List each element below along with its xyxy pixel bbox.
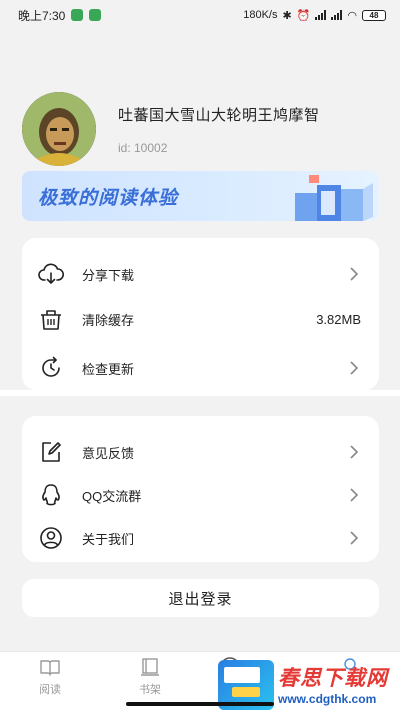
- menu-item-feedback[interactable]: 意见反馈: [22, 434, 379, 470]
- chevron-right-icon: [350, 531, 359, 545]
- avatar[interactable]: [22, 92, 96, 166]
- notification-icon: [71, 9, 84, 21]
- menu-item-label: 清除缓存: [82, 312, 135, 328]
- section-divider: [0, 390, 400, 396]
- status-time: 晚上7:30: [18, 8, 66, 23]
- menu-card-secondary: 意见反馈 QQ交流群 关于我们: [22, 416, 379, 562]
- menu-item-share-download[interactable]: 分享下载: [22, 256, 379, 292]
- battery-icon: 48: [362, 9, 386, 21]
- notification-icon: [89, 9, 102, 21]
- book-open-icon: [40, 660, 60, 676]
- menu-item-about-us[interactable]: 关于我们: [22, 520, 379, 556]
- wifi-icon: ◠: [347, 9, 357, 22]
- status-left: 晚上7:30: [18, 7, 102, 24]
- chevron-right-icon: [350, 267, 359, 281]
- menu-item-qq-group[interactable]: QQ交流群: [22, 477, 379, 513]
- menu-card-primary: 分享下载 清除缓存 3.82MB 检查更新: [22, 238, 379, 390]
- signal-icon: [315, 10, 327, 20]
- chevron-right-icon: [350, 361, 359, 375]
- profile-section[interactable]: 吐蕃国大雪山大轮明王鸠摩智 id: 10002: [22, 92, 320, 166]
- banner-text: 极致的阅读体验: [38, 188, 179, 209]
- trash-icon: [41, 310, 61, 330]
- tab-label: 书架: [139, 684, 161, 696]
- chevron-right-icon: [350, 488, 359, 502]
- user-id: id: 10002: [118, 140, 168, 155]
- signal-icon: [331, 10, 343, 20]
- menu-item-label: 意见反馈: [82, 445, 135, 461]
- tab-bookshelf[interactable]: 书架: [120, 656, 180, 697]
- cloud-download-icon: [38, 263, 64, 284]
- edit-icon: [42, 442, 61, 462]
- menu-item-label: QQ交流群: [82, 488, 142, 504]
- menu-item-clear-cache[interactable]: 清除缓存 3.82MB: [22, 301, 379, 337]
- qq-icon: [42, 484, 60, 506]
- status-bar: 晚上7:30 180K/s ✱ ⏰ ◠ 48: [0, 0, 400, 30]
- network-speed: 180K/s: [243, 9, 278, 21]
- logout-button[interactable]: 退出登录: [22, 579, 379, 617]
- bluetooth-icon: ✱: [282, 9, 292, 22]
- user-circle-icon: [40, 527, 62, 549]
- watermark-title: 春思下载网: [278, 667, 388, 690]
- refresh-clock-icon: [42, 356, 60, 377]
- menu-item-check-update[interactable]: 检查更新: [22, 350, 379, 386]
- menu-item-label: 检查更新: [82, 361, 135, 377]
- watermark-url: www.cdgthk.com: [278, 692, 377, 706]
- cache-size: 3.82MB: [316, 311, 361, 327]
- tab-reading[interactable]: 阅读: [20, 656, 80, 697]
- chevron-right-icon: [350, 445, 359, 459]
- username: 吐蕃国大雪山大轮明王鸠摩智: [118, 106, 320, 124]
- profile-text: 吐蕃国大雪山大轮明王鸠摩智 id: 10002: [118, 104, 320, 155]
- bookshelf-icon: [141, 658, 159, 676]
- status-right: 180K/s ✱ ⏰ ◠ 48: [243, 9, 386, 22]
- alarm-icon: ⏰: [296, 9, 311, 22]
- avatar-image: [22, 92, 96, 166]
- menu-item-label: 关于我们: [82, 531, 135, 547]
- tab-label: 阅读: [39, 684, 61, 696]
- reading-banner[interactable]: 极致的阅读体验: [22, 171, 379, 221]
- books-illustration-icon: [295, 175, 373, 221]
- home-indicator: [126, 702, 274, 706]
- menu-item-label: 分享下载: [82, 267, 135, 283]
